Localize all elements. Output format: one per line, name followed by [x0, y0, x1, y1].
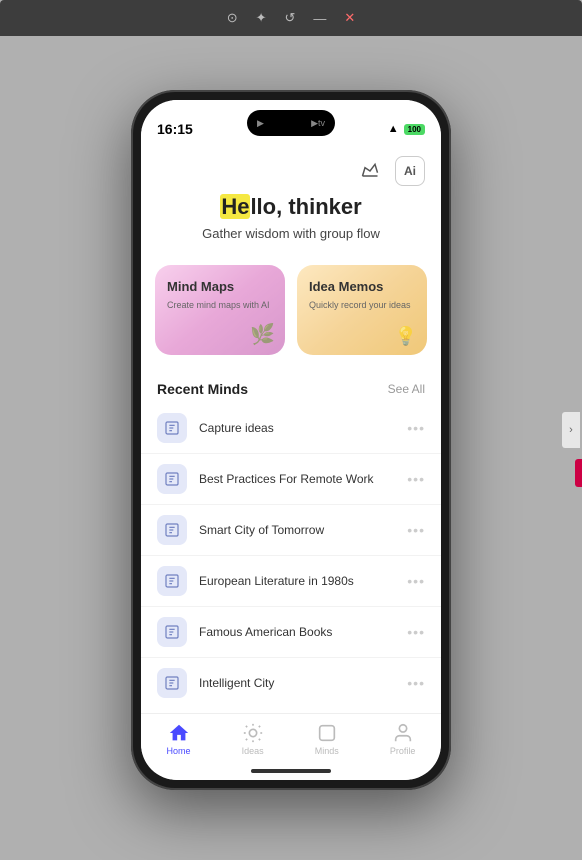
minds-icon [316, 722, 338, 744]
status-time: 16:15 [157, 121, 193, 137]
hero-rest: llo, thinker [250, 194, 361, 219]
nav-item-ideas[interactable]: Ideas [242, 722, 264, 756]
item-title: Famous American Books [199, 625, 407, 639]
status-bar: 16:15 ▶ ▶tv ▲ 100 [141, 100, 441, 148]
portrait-icon[interactable]: ⊙ [227, 10, 238, 26]
item-icon [157, 617, 187, 647]
dynamic-island-text: ▶tv [311, 118, 325, 129]
item-more-button[interactable]: ••• [407, 624, 425, 640]
item-more-button[interactable]: ••• [407, 573, 425, 589]
profile-icon [392, 722, 414, 744]
idea-memos-icon: 💡 [395, 326, 417, 347]
home-indicator-bar [141, 762, 441, 780]
nav-item-home[interactable]: Home [167, 722, 191, 756]
mind-maps-card[interactable]: Mind Maps Create mind maps with AI 🌿 [155, 265, 285, 355]
nav-profile-label: Profile [390, 746, 416, 756]
nav-home-label: Home [167, 746, 191, 756]
list-item[interactable]: Capture ideas ••• [141, 403, 441, 454]
idea-memos-card[interactable]: Idea Memos Quickly record your ideas 💡 [297, 265, 427, 355]
item-icon [157, 515, 187, 545]
idea-memos-desc: Quickly record your ideas [309, 299, 415, 312]
ideas-icon [242, 722, 264, 744]
home-icon [168, 722, 190, 744]
item-title: Capture ideas [199, 421, 407, 435]
list-item[interactable]: European Literature in 1980s ••• [141, 556, 441, 607]
close-icon[interactable]: ✕ [344, 10, 355, 26]
list-item[interactable]: Famous American Books ••• [141, 607, 441, 658]
item-title: Best Practices For Remote Work [199, 472, 407, 486]
item-title: European Literature in 1980s [199, 574, 407, 588]
nav-item-minds[interactable]: Minds [315, 722, 339, 756]
battery-indicator: 100 [404, 124, 425, 135]
browser-toolbar: ⊙ ✦ ↺ — ✕ [0, 0, 582, 36]
item-more-button[interactable]: ••• [407, 420, 425, 436]
item-more-button[interactable]: ••• [407, 471, 425, 487]
status-right-icons: ▲ 100 [388, 123, 425, 135]
bottom-navigation: Home Ideas Minds Profile [141, 713, 441, 762]
wifi-icon: ▲ [388, 123, 399, 135]
minimize-icon[interactable]: — [313, 11, 326, 26]
mind-maps-title: Mind Maps [167, 279, 273, 294]
item-more-button[interactable]: ••• [407, 675, 425, 691]
item-icon [157, 413, 187, 443]
mind-maps-desc: Create mind maps with AI [167, 299, 273, 312]
dynamic-island-left: ▶ [257, 118, 264, 129]
refresh-icon[interactable]: ↺ [285, 10, 296, 26]
recent-minds-header: Recent Minds See All [141, 371, 441, 403]
crown-button[interactable] [355, 156, 385, 186]
feature-cards: Mind Maps Create mind maps with AI 🌿 Ide… [141, 257, 441, 371]
nav-minds-label: Minds [315, 746, 339, 756]
list-item[interactable]: Smart City of Tomorrow ••• [141, 505, 441, 556]
see-all-button[interactable]: See All [388, 382, 425, 396]
hero-title: Hello, thinker [161, 194, 421, 220]
nav-ideas-label: Ideas [242, 746, 264, 756]
sidebar-arrow-right[interactable]: › [562, 412, 580, 448]
mind-maps-icon: 🌿 [250, 322, 275, 347]
star-icon[interactable]: ✦ [256, 10, 267, 26]
dynamic-island: ▶ ▶tv [247, 110, 335, 136]
hero-section: Hello, thinker Gather wisdom with group … [141, 186, 441, 257]
scroll-tab [575, 459, 582, 487]
recent-items-list: Capture ideas ••• Best Practices For Rem… [141, 403, 441, 708]
hero-subtitle: Gather wisdom with group flow [161, 226, 421, 241]
item-title: Intelligent City [199, 676, 407, 690]
hero-highlight: He [220, 194, 250, 219]
nav-item-profile[interactable]: Profile [390, 722, 416, 756]
phone-frame: 16:15 ▶ ▶tv ▲ 100 Ai [131, 90, 451, 790]
item-icon [157, 566, 187, 596]
item-more-button[interactable]: ••• [407, 522, 425, 538]
phone-screen: 16:15 ▶ ▶tv ▲ 100 Ai [141, 100, 441, 780]
item-icon [157, 464, 187, 494]
list-item[interactable]: Intelligent City ••• [141, 658, 441, 708]
section-title: Recent Minds [157, 381, 248, 397]
list-item[interactable]: Best Practices For Remote Work ••• [141, 454, 441, 505]
item-icon [157, 668, 187, 698]
top-actions: Ai [141, 148, 441, 186]
idea-memos-title: Idea Memos [309, 279, 415, 294]
item-title: Smart City of Tomorrow [199, 523, 407, 537]
main-content: Ai Hello, thinker Gather wisdom with gro… [141, 148, 441, 713]
ai-button[interactable]: Ai [395, 156, 425, 186]
